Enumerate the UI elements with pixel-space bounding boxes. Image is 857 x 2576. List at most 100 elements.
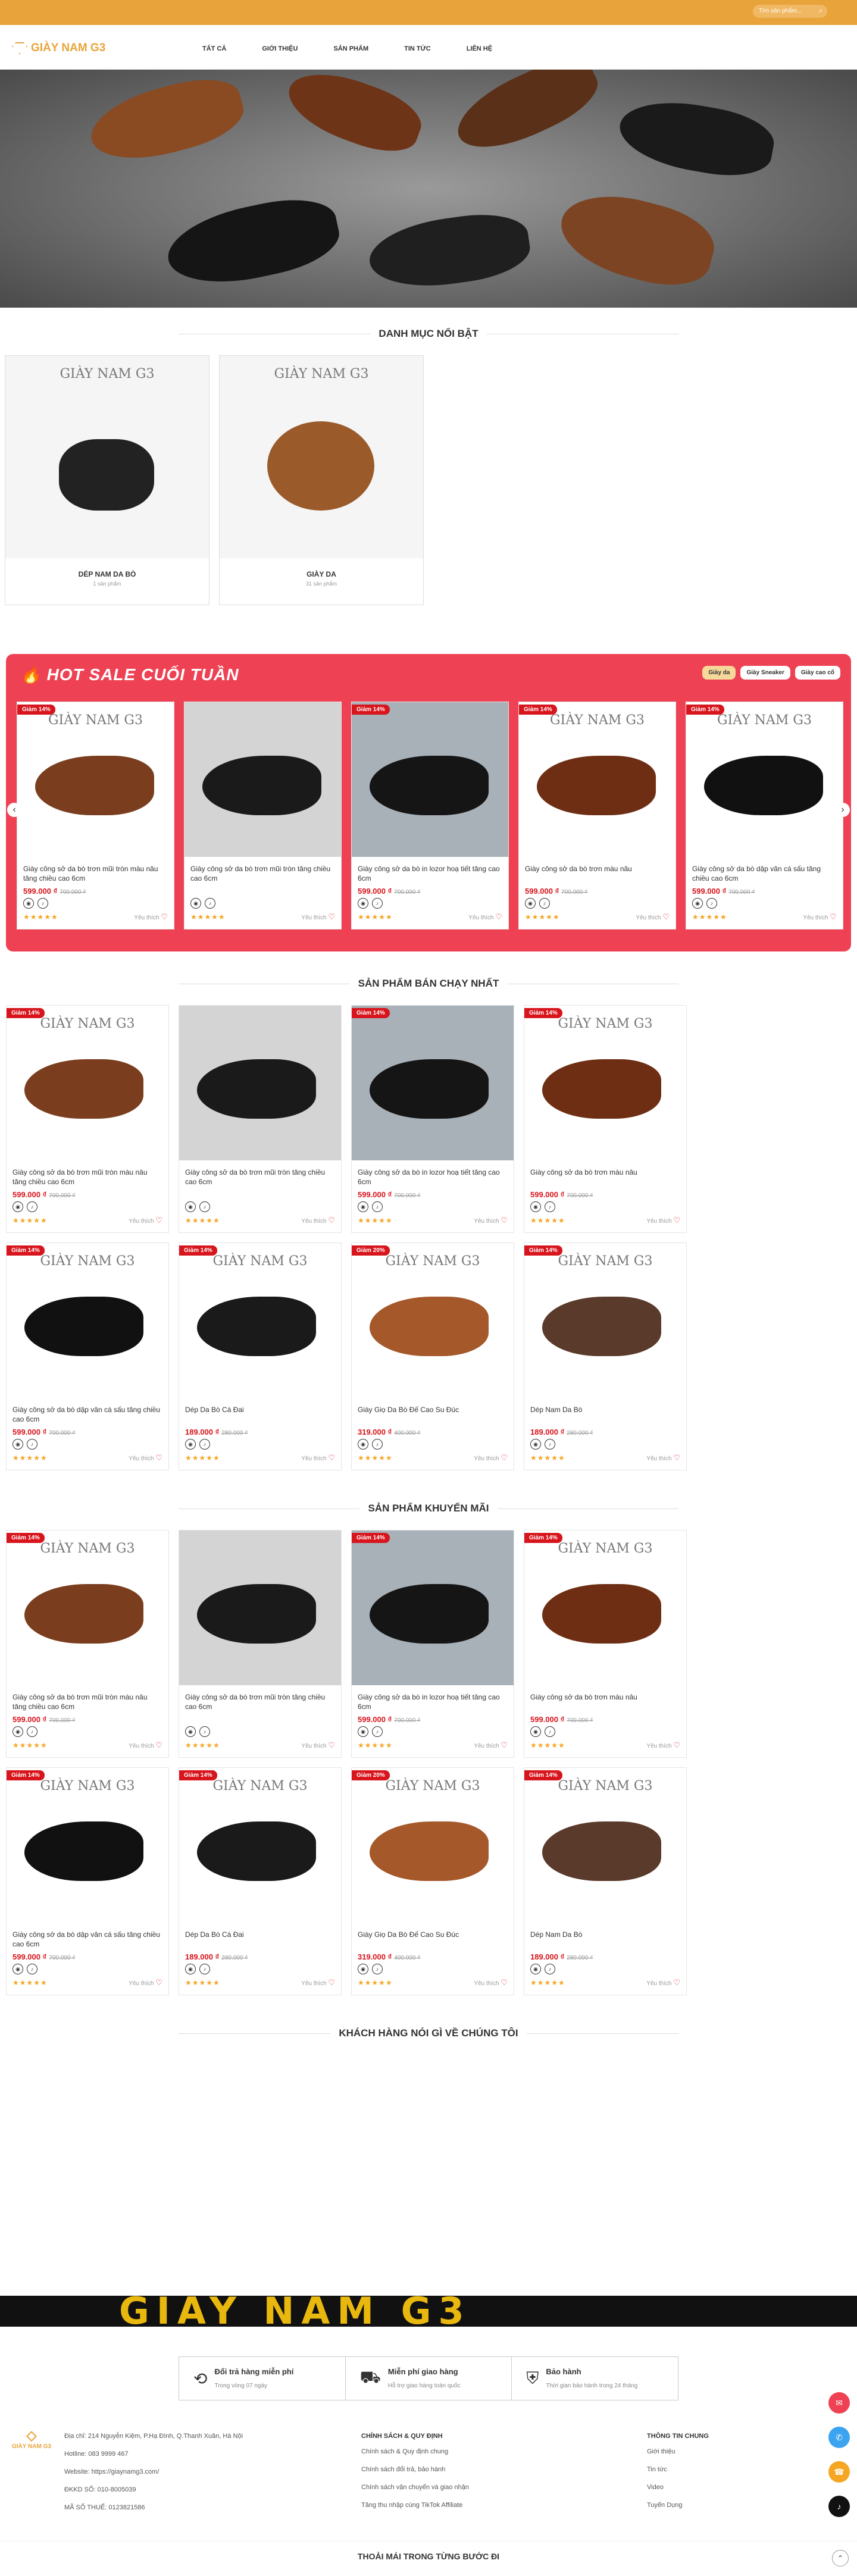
product-card[interactable]: Giảm 14% Giày công sở da bò in lozor hoạ …	[351, 702, 509, 929]
product-image[interactable]: Giảm 14% GIÀY NAM G3	[686, 702, 843, 857]
heart-icon[interactable]: ♡	[328, 1453, 335, 1462]
product-card[interactable]: Giảm 14% Giày công sở da bò in lozor hoạ …	[351, 1530, 514, 1758]
product-card[interactable]: Giảm 14% GIÀY NAM G3 Giày công sở da bò tr…	[518, 702, 676, 929]
product-image[interactable]	[184, 702, 341, 857]
logo[interactable]: GIÀY NAM G3	[12, 42, 105, 55]
instagram-icon[interactable]: ◉	[185, 1964, 196, 1974]
instagram-icon[interactable]: ◉	[358, 1964, 368, 1974]
policy-link[interactable]: Chính sách vận chuyển và giao nhận	[361, 2484, 469, 2491]
tiktok-icon[interactable]: ♪	[205, 898, 215, 909]
instagram-icon[interactable]: ◉	[12, 1964, 23, 1974]
product-image[interactable]: Giảm 14% GIÀY NAM G3	[17, 702, 174, 857]
heart-icon[interactable]: ♡	[673, 1978, 680, 1987]
product-title[interactable]: Giày công sở da bò in lozor hoạ tiết tăn…	[358, 1168, 508, 1188]
heart-icon[interactable]: ♡	[155, 1216, 162, 1225]
general-link[interactable]: Giới thiệu	[647, 2448, 709, 2455]
product-image[interactable]: Giảm 14% GIÀY NAM G3	[7, 1768, 168, 1923]
nav-about[interactable]: GIỚI THIỆU	[262, 45, 298, 52]
product-card[interactable]: Giày công sở da bò trơn mũi tròn tăng ch…	[179, 1005, 342, 1233]
nav-contact[interactable]: LIÊN HỆ	[467, 45, 492, 52]
instagram-icon[interactable]: ◉	[185, 1201, 196, 1212]
phone-icon[interactable]: ☎	[828, 2461, 850, 2483]
messenger-icon[interactable]: ✆	[828, 2427, 850, 2448]
product-card[interactable]: Giảm 14% GIÀY NAM G3 Dép Da Bò Cá Đai 189.0…	[179, 1767, 342, 1995]
product-card[interactable]: Giảm 14% GIÀY NAM G3 Giày công sở da bò tr…	[524, 1530, 687, 1758]
instagram-icon[interactable]: ◉	[692, 898, 703, 909]
product-card[interactable]: Giảm 14% Giày công sở da bò in lozor hoạ …	[351, 1005, 514, 1233]
tiktok-icon[interactable]: ♪	[372, 1439, 383, 1450]
instagram-icon[interactable]: ◉	[530, 1726, 541, 1737]
product-card[interactable]: Giày công sở da bò trơn mũi tròn tăng ch…	[184, 702, 342, 929]
heart-icon[interactable]: ♡	[328, 1216, 335, 1225]
heart-icon[interactable]: ♡	[155, 1978, 162, 1987]
instagram-icon[interactable]: ◉	[185, 1439, 196, 1450]
product-image[interactable]: Giảm 14% GIÀY NAM G3	[524, 1530, 686, 1685]
prev-arrow-icon[interactable]: ‹	[7, 803, 21, 817]
product-image[interactable]: Giảm 14% GIÀY NAM G3	[524, 1006, 686, 1160]
tiktok-icon[interactable]: ♪	[372, 1964, 383, 1974]
product-image[interactable]: Giảm 14% GIÀY NAM G3	[7, 1243, 168, 1398]
heart-icon[interactable]: ♡	[328, 1978, 335, 1987]
product-title[interactable]: Giày công sở da bò trơn mũi tròn tăng ch…	[185, 1168, 335, 1188]
instagram-icon[interactable]: ◉	[358, 1726, 368, 1737]
product-image[interactable]: Giảm 14%	[352, 1530, 514, 1685]
footer-logo[interactable]: ◇ GIÀY NAM G3	[12, 2428, 51, 2450]
nav-news[interactable]: TIN TỨC	[404, 45, 431, 52]
tiktok-icon[interactable]: ♪	[27, 1439, 37, 1450]
tiktok-icon[interactable]: ♪	[27, 1964, 37, 1974]
general-link[interactable]: Tin tức	[647, 2466, 709, 2473]
product-title[interactable]: Giày công sở da bò trơn màu nâu	[525, 864, 670, 884]
product-title[interactable]: Giày công sở da bò dập vân cá sấu tăng c…	[692, 864, 837, 884]
instagram-icon[interactable]: ◉	[12, 1726, 23, 1737]
product-title[interactable]: Giày công sở da bò trơn mũi tròn tăng ch…	[190, 864, 335, 884]
product-card[interactable]: Giảm 14% GIÀY NAM G3 Giày công sở da bò tr…	[524, 1005, 687, 1233]
product-image[interactable]: Giảm 14% GIÀY NAM G3	[179, 1243, 341, 1398]
tiktok-icon[interactable]: ♪	[37, 898, 48, 909]
policy-link[interactable]: Chính sách đổi trả, bảo hành	[361, 2466, 469, 2473]
tiktok-icon[interactable]: ♪	[199, 1964, 210, 1974]
product-card[interactable]: Giảm 20% GIÀY NAM G3 Giày Giọ Da Bò Đế Cao…	[351, 1767, 514, 1995]
tiktok-icon[interactable]: ♪	[27, 1201, 37, 1212]
product-title[interactable]: Giày Giọ Da Bò Đế Cao Su Đúc	[358, 1405, 508, 1425]
tiktok-icon[interactable]: ♪	[372, 1726, 383, 1737]
heart-icon[interactable]: ♡	[501, 1978, 508, 1987]
product-image[interactable]: Giảm 14%	[352, 1006, 514, 1160]
product-title[interactable]: Giày công sở da bò dập vân cá sấu tăng c…	[12, 1405, 162, 1425]
product-image[interactable]: Giảm 14% GIÀY NAM G3	[7, 1006, 168, 1160]
product-title[interactable]: Giày công sở da bò trơn màu nâu	[530, 1692, 680, 1713]
heart-icon[interactable]: ♡	[501, 1453, 508, 1462]
next-arrow-icon[interactable]: ›	[836, 803, 850, 817]
product-title[interactable]: Dép Nam Da Bò	[530, 1405, 680, 1425]
heart-icon[interactable]: ♡	[662, 912, 670, 921]
product-title[interactable]: Giày công sở da bò in lozor hoạ tiết tăn…	[358, 1692, 508, 1713]
heart-icon[interactable]: ♡	[155, 1741, 162, 1749]
instagram-icon[interactable]: ◉	[12, 1439, 23, 1450]
heart-icon[interactable]: ♡	[161, 912, 168, 921]
heart-icon[interactable]: ♡	[328, 912, 335, 921]
shop-icon[interactable]: ✉	[828, 2392, 850, 2414]
tiktok-icon[interactable]: ♪	[27, 1726, 37, 1737]
heart-icon[interactable]: ♡	[328, 1741, 335, 1749]
tiktok-icon[interactable]: ♪	[545, 1439, 555, 1450]
product-title[interactable]: Dép Nam Da Bò	[530, 1930, 680, 1950]
product-image[interactable]: Giảm 14% GIÀY NAM G3	[7, 1530, 168, 1685]
product-title[interactable]: Giày công sở da bò trơn mũi tròn màu nâu…	[23, 864, 168, 884]
product-card[interactable]: Giảm 14% GIÀY NAM G3 Giày công sở da bò dậ…	[6, 1242, 169, 1470]
category-card[interactable]: GIÀY NAM G3 DÉP NAM DA BÒ 1 sản phẩm	[5, 355, 209, 605]
heart-icon[interactable]: ♡	[673, 1216, 680, 1225]
product-title[interactable]: Giày Giọ Da Bò Đế Cao Su Đúc	[358, 1930, 508, 1950]
footer-website[interactable]: Website: https://giaynamg3.com/	[64, 2468, 243, 2475]
policy-link[interactable]: Chính sách & Quy định chung	[361, 2448, 469, 2455]
tab-leather[interactable]: Giày da	[702, 666, 736, 680]
scroll-top-icon[interactable]: ⌃	[832, 2550, 849, 2566]
instagram-icon[interactable]: ◉	[525, 898, 536, 909]
tiktok-icon[interactable]: ♪	[199, 1439, 210, 1450]
product-card[interactable]: Giảm 14% GIÀY NAM G3 Dép Da Bò Cá Đai 189.0…	[179, 1242, 342, 1470]
product-card[interactable]: Giảm 14% GIÀY NAM G3 Giày công sở da bò tr…	[6, 1530, 169, 1758]
search-input[interactable]: Tìm sản phẩm... ⌕	[753, 5, 827, 18]
heart-icon[interactable]: ♡	[673, 1453, 680, 1462]
product-image[interactable]	[179, 1006, 341, 1160]
policy-link[interactable]: Tăng thu nhập cùng TikTok Affiliate	[361, 2502, 469, 2509]
tiktok-icon[interactable]: ♪	[545, 1201, 555, 1212]
product-title[interactable]: Giày công sở da bò in lozor hoạ tiết tăn…	[358, 864, 502, 884]
